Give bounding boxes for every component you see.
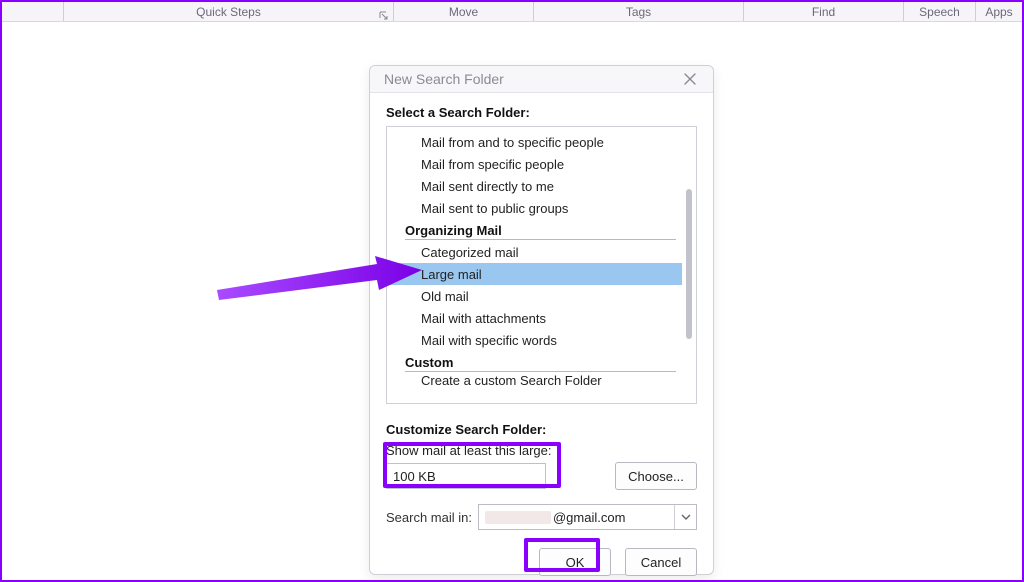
scrollbar-thumb[interactable] bbox=[686, 189, 692, 339]
ribbon-group-label: Apps bbox=[985, 5, 1012, 19]
ribbon-group-label: Tags bbox=[626, 5, 651, 19]
ok-button[interactable]: OK bbox=[539, 548, 611, 576]
chevron-down-icon[interactable] bbox=[674, 505, 696, 529]
search-mail-in-label: Search mail in: bbox=[386, 510, 472, 525]
ribbon-group-label: Quick Steps bbox=[196, 5, 261, 19]
list-item[interactable]: Create a custom Search Folder bbox=[387, 373, 682, 388]
new-search-folder-dialog: New Search Folder Select a Search Folder… bbox=[369, 65, 714, 575]
list-group-header-organizing-mail: Organizing Mail bbox=[387, 219, 682, 241]
account-suffix: @gmail.com bbox=[553, 510, 625, 525]
list-item[interactable]: Mail sent directly to me bbox=[387, 175, 682, 197]
dialog-launcher-icon[interactable] bbox=[379, 10, 389, 20]
ribbon-group-quick-steps[interactable]: Quick Steps bbox=[64, 2, 394, 21]
ribbon: Quick Steps Move Tags Find Speech Apps bbox=[2, 2, 1022, 22]
ribbon-group-move[interactable]: Move bbox=[394, 2, 534, 21]
size-label: Show mail at least this large: bbox=[386, 443, 697, 458]
list-item-large-mail[interactable]: Large mail bbox=[387, 263, 682, 285]
search-folder-listbox[interactable]: Mail from and to specific people Mail fr… bbox=[386, 126, 697, 404]
choose-button[interactable]: Choose... bbox=[615, 462, 697, 490]
listbox-scrollbar[interactable] bbox=[684, 129, 694, 401]
size-input[interactable] bbox=[386, 463, 546, 489]
account-combobox[interactable]: @gmail.com bbox=[478, 504, 697, 530]
list-item[interactable]: Old mail bbox=[387, 285, 682, 307]
ribbon-group-speech[interactable]: Speech bbox=[904, 2, 976, 21]
cancel-button[interactable]: Cancel bbox=[625, 548, 697, 576]
list-item[interactable]: Mail from specific people bbox=[387, 153, 682, 175]
dialog-title: New Search Folder bbox=[384, 71, 677, 87]
list-group-header-custom: Custom bbox=[387, 351, 682, 373]
select-folder-heading: Select a Search Folder: bbox=[386, 105, 697, 120]
close-icon[interactable] bbox=[677, 66, 703, 92]
redacted-account-name bbox=[485, 511, 551, 524]
ribbon-group-find[interactable]: Find bbox=[744, 2, 904, 21]
list-item[interactable]: Mail with attachments bbox=[387, 307, 682, 329]
ribbon-group-label: Find bbox=[812, 5, 835, 19]
list-item[interactable]: Mail with specific words bbox=[387, 329, 682, 351]
ribbon-group-label: Move bbox=[449, 5, 478, 19]
list-item[interactable]: Mail sent to public groups bbox=[387, 197, 682, 219]
ribbon-group-label: Speech bbox=[919, 5, 960, 19]
list-item[interactable]: Categorized mail bbox=[387, 241, 682, 263]
ribbon-group-tags[interactable]: Tags bbox=[534, 2, 744, 21]
ribbon-group-apps[interactable]: Apps bbox=[976, 2, 1022, 21]
customize-heading: Customize Search Folder: bbox=[386, 422, 697, 437]
list-item[interactable]: Mail from and to specific people bbox=[387, 131, 682, 153]
dialog-titlebar: New Search Folder bbox=[370, 66, 713, 93]
